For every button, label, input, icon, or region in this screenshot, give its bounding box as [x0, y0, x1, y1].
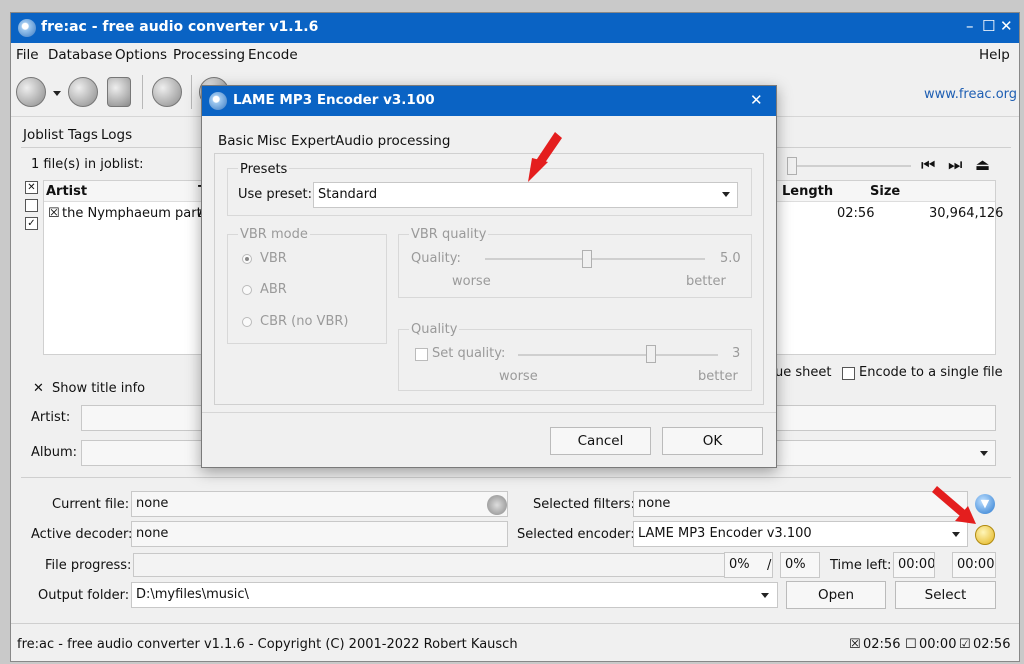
arrow-to-preset-icon: [528, 132, 562, 182]
arrow-to-encoder-config-icon: [932, 486, 976, 524]
annotation-arrows: [528, 132, 976, 524]
